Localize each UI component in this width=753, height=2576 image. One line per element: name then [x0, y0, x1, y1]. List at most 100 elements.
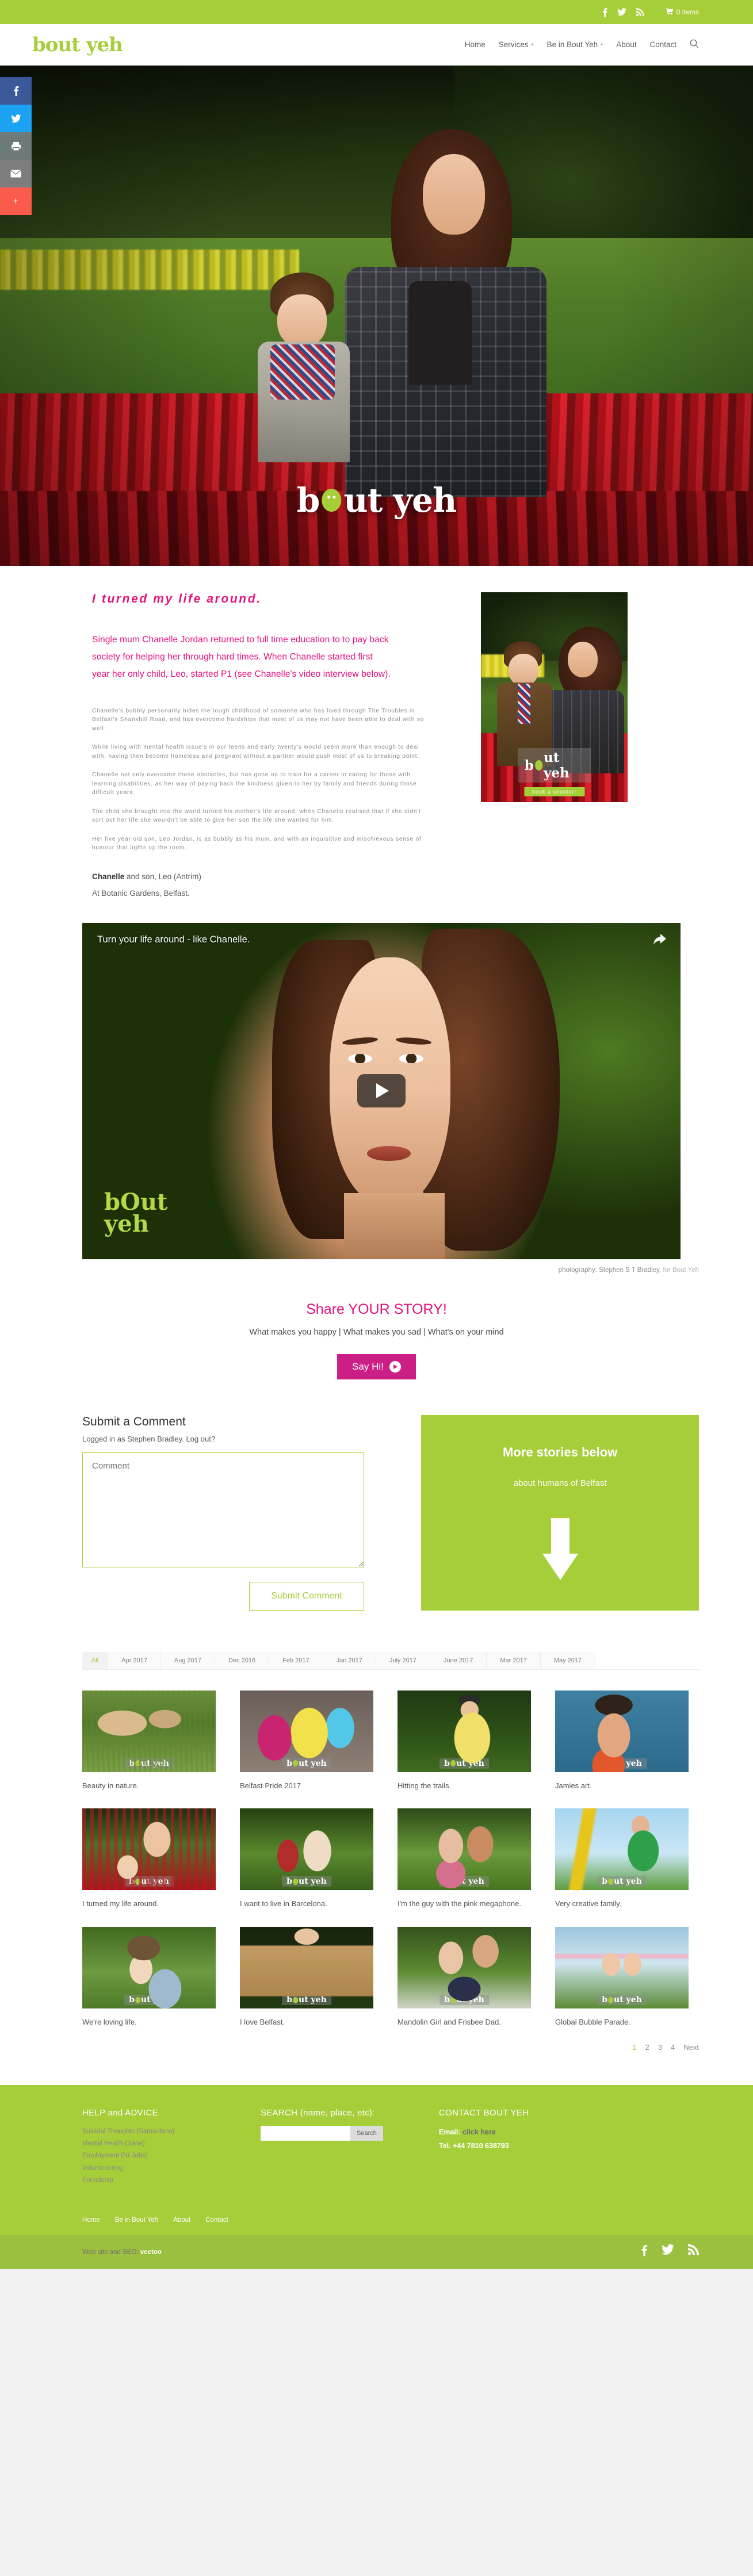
article-paragraph: While living with mental health issue's … — [92, 744, 419, 760]
gallery-card[interactable]: b ut yeh I want to live in Barcelona. — [240, 1808, 373, 1911]
sidebar-photo[interactable]: b ut yeh book a shooter! — [481, 592, 628, 802]
gallery-caption[interactable]: I love Belfast. — [240, 2016, 373, 2029]
gallery-caption[interactable]: Beauty in nature. — [82, 1780, 216, 1793]
gallery-card[interactable]: b ut yeh Jamies art. — [555, 1690, 689, 1793]
gallery-card[interactable]: b ut yeh Global Bubble Parade. — [555, 1927, 689, 2029]
gallery-card[interactable]: b ut yeh We're loving life. — [82, 1927, 216, 2029]
share-facebook-button[interactable] — [0, 77, 32, 105]
twitter-icon[interactable] — [662, 2244, 674, 2260]
nav-item-services[interactable]: Services ▾ — [499, 40, 534, 49]
gallery-thumbnail[interactable]: b ut yeh — [397, 1690, 531, 1772]
gallery-card[interactable]: b ut yeh Very creative family. — [555, 1808, 689, 1911]
share-more-button[interactable]: + — [0, 187, 32, 215]
footer-nav-contact[interactable]: Contact — [205, 2217, 228, 2224]
book-a-shooter-badge[interactable]: book a shooter! — [523, 787, 585, 796]
top-bar: 0 Items — [0, 0, 753, 24]
footer-link-nijobs[interactable]: Employment (NI Jobs) — [82, 2150, 238, 2162]
page-3[interactable]: 3 — [658, 2043, 662, 2052]
logged-in-status[interactable]: Logged in as Stephen Bradley. Log out? — [82, 1435, 391, 1443]
nav-item-be-in-bout-yeh[interactable]: Be in Bout Yeh ▾ — [547, 40, 603, 49]
filter-tab-apr-2017[interactable]: Apr 2017 — [108, 1651, 161, 1669]
gallery-card[interactable]: b ut yeh I love Belfast. — [240, 1927, 373, 2029]
say-hi-button[interactable]: Say Hi! — [337, 1354, 416, 1379]
footer-social-links — [641, 2244, 699, 2260]
gallery-card[interactable]: b ut yeh Beauty in nature. — [82, 1690, 216, 1793]
footer-link-samaritans[interactable]: Suicidal Thoughts (Samaritans) — [82, 2126, 238, 2138]
gallery-thumbnail[interactable]: b ut yeh — [82, 1808, 216, 1891]
video-player[interactable]: Turn your life around - like Chanelle. b… — [82, 922, 681, 1259]
gallery-thumbnail[interactable]: b ut yeh — [397, 1808, 531, 1891]
filter-tab-july-2017[interactable]: July 2017 — [376, 1651, 430, 1669]
gallery-thumbnail[interactable]: b ut yeh — [555, 1927, 689, 2009]
nav-label: About — [616, 40, 637, 49]
share-arrow-icon[interactable] — [653, 933, 667, 949]
twitter-icon[interactable] — [617, 8, 626, 16]
share-twitter-button[interactable] — [0, 105, 32, 132]
filter-tab-june-2017[interactable]: June 2017 — [430, 1651, 487, 1669]
share-email-button[interactable] — [0, 160, 32, 187]
watermark-dot — [534, 760, 542, 770]
filter-tab-all[interactable]: All — [82, 1651, 109, 1669]
gallery-card[interactable]: b ut yeh Mandolin Girl and Frisbee Dad. — [397, 1927, 531, 2029]
gallery-thumbnail[interactable]: b ut yeh — [397, 1927, 531, 2009]
facebook-icon[interactable] — [602, 7, 607, 17]
rss-icon[interactable] — [688, 2244, 699, 2260]
next-page-link[interactable]: Next — [683, 2043, 699, 2052]
search-button[interactable]: Search — [350, 2125, 383, 2141]
nav-item-contact[interactable]: Contact — [649, 40, 676, 49]
page-2[interactable]: 2 — [645, 2043, 649, 2052]
footer-link-friendship[interactable]: Friendship — [82, 2175, 238, 2187]
nav-item-home[interactable]: Home — [465, 40, 486, 49]
gallery-thumbnail[interactable]: b ut yeh — [82, 1690, 216, 1772]
gallery-caption[interactable]: Mandolin Girl and Frisbee Dad. — [397, 2016, 531, 2029]
comment-textarea[interactable] — [82, 1452, 364, 1567]
page-1[interactable]: 1 — [632, 2043, 636, 2052]
gallery-thumbnail[interactable]: b ut yeh — [82, 1927, 216, 2009]
gallery-caption[interactable]: Jamies art. — [555, 1780, 689, 1793]
search-icon[interactable] — [690, 39, 699, 51]
gallery-caption[interactable]: Very creative family. — [555, 1897, 689, 1911]
gallery-thumbnail[interactable]: b ut yeh — [240, 1927, 373, 2009]
gallery-thumbnail[interactable]: b ut yeh — [240, 1690, 373, 1772]
footer-link-volunteering[interactable]: Volunteeering — [82, 2163, 238, 2175]
gallery-card[interactable]: b ut yeh Hitting the trails. — [397, 1690, 531, 1793]
filter-tab-may-2017[interactable]: May 2017 — [540, 1651, 596, 1669]
gallery-caption[interactable]: Global Bubble Parade. — [555, 2016, 689, 2029]
gallery-caption[interactable]: I turned my life around. — [82, 1897, 216, 1911]
hero-logo-dot — [322, 489, 342, 512]
search-input[interactable] — [261, 2125, 350, 2141]
gallery-card[interactable]: b ut yeh I'm the guy with the pink megaph… — [397, 1808, 531, 1911]
gallery-card[interactable]: b ut yeh Belfast Pride 2017 — [240, 1690, 373, 1793]
gallery-thumbnail[interactable]: b ut yeh — [240, 1808, 373, 1891]
filter-tab-jan-2017[interactable]: Jan 2017 — [323, 1651, 376, 1669]
gallery-thumbnail[interactable]: b ut yeh — [555, 1808, 689, 1891]
footer-nav-about[interactable]: About — [173, 2217, 190, 2224]
footer-nav-home[interactable]: Home — [82, 2217, 100, 2224]
filter-tab-feb-2017[interactable]: Feb 2017 — [269, 1651, 323, 1669]
gallery-caption[interactable]: Belfast Pride 2017 — [240, 1780, 373, 1793]
site-logo[interactable]: bout yeh — [32, 33, 123, 56]
footer-link-sane[interactable]: Mental Health (Sane) — [82, 2138, 238, 2150]
cart-indicator[interactable]: 0 Items — [666, 7, 699, 17]
page-4[interactable]: 4 — [671, 2043, 675, 2052]
gallery-caption[interactable]: I want to live in Barcelona. — [240, 1897, 373, 1911]
nav-item-about[interactable]: About — [616, 40, 636, 49]
more-stories-promo[interactable]: More stories below about humans of Belfa… — [421, 1414, 699, 1611]
footer-email-link[interactable]: click here — [462, 2128, 496, 2136]
footer-nav-be-in-bout-yeh[interactable]: Be in Bout Yeh — [115, 2217, 158, 2224]
rss-icon[interactable] — [636, 8, 644, 16]
footer-credit-name[interactable]: veetoo — [140, 2249, 162, 2256]
gallery-thumbnail[interactable]: b ut yeh — [555, 1690, 689, 1772]
share-print-button[interactable] — [0, 132, 32, 160]
gallery-card[interactable]: b ut yeh I turned my life around. — [82, 1808, 216, 1911]
nav-label: Home — [464, 40, 486, 49]
facebook-icon[interactable] — [641, 2244, 648, 2260]
gallery-caption[interactable]: Hitting the trails. — [397, 1780, 531, 1793]
filter-tab-mar-2017[interactable]: Mar 2017 — [487, 1651, 541, 1669]
play-button-icon[interactable] — [357, 1074, 406, 1108]
gallery-caption[interactable]: We're loving life. — [82, 2016, 216, 2029]
submit-comment-button[interactable]: Submit Comment — [249, 1581, 364, 1611]
filter-tab-aug-2017[interactable]: Aug 2017 — [160, 1651, 215, 1669]
filter-tab-dec-2016[interactable]: Dec 2016 — [215, 1651, 270, 1669]
gallery-caption[interactable]: I'm the guy with the pink megaphone. — [397, 1897, 531, 1911]
